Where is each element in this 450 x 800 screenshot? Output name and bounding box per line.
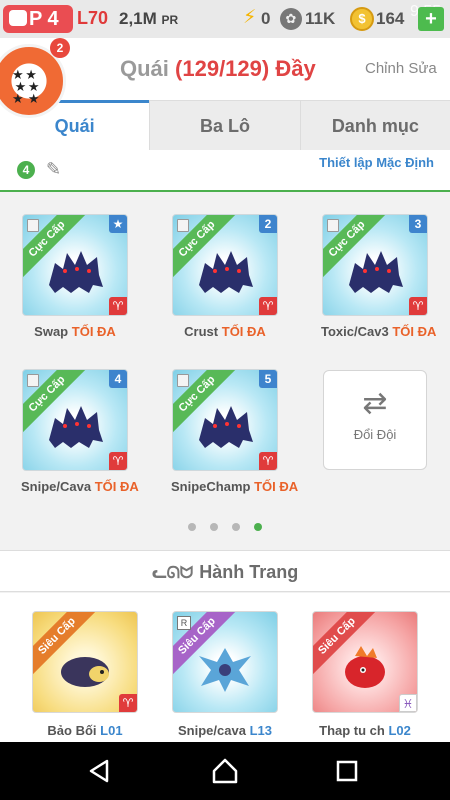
monster-image — [349, 251, 403, 293]
page-dot[interactable] — [210, 523, 218, 531]
edit-button[interactable]: Chỉnh Sửa — [365, 60, 437, 77]
pencil-icon[interactable]: ✎ — [46, 159, 61, 180]
monster-image — [49, 406, 103, 448]
coin-value: 164 — [376, 9, 405, 28]
monster-card: Cực Cấp 5 ♈ — [172, 369, 278, 471]
monster-card: Cực Cấp 4 ♈ — [22, 369, 128, 471]
monster-card: Cực Cấp 3 ♈ — [322, 214, 428, 316]
slot-number: 5 — [259, 370, 277, 388]
bag-section-header: ᓚᘏᗢ Hành Trang — [0, 550, 450, 592]
power-rating: 2,1M PR — [119, 9, 179, 28]
element-icon: ♈ — [259, 297, 277, 315]
team-slot[interactable]: Cực Cấp 4 ♈ Snipe/Cava TỐI ĐA — [21, 369, 139, 494]
monster-image — [49, 251, 103, 293]
monster-image — [61, 657, 109, 687]
swap-team-label: Đổi Đội — [353, 427, 397, 442]
monster-name: Crust TỐI ĐA — [184, 324, 266, 339]
team-slot[interactable]: Cực Cấp 2 ♈ Crust TỐI ĐA — [171, 214, 279, 339]
energy-icon: ⚡ — [243, 7, 257, 28]
monster-name: Toxic/Cav3 TỐI ĐA — [321, 324, 437, 339]
document-icon — [27, 219, 39, 232]
element-icon: ♈ — [109, 297, 127, 315]
bag-item-name: Bảo Bối L01 — [47, 723, 123, 738]
element-icon: ♓ — [399, 694, 417, 712]
bag-item-name: Thap tu ch L02 — [319, 723, 411, 738]
team-number-badge[interactable]: 4 — [17, 161, 35, 179]
tab-catalog[interactable]: Danh mục — [299, 100, 450, 150]
page-title: Quái (129/129) Đầy — [120, 56, 316, 81]
p-badge[interactable]: P 4 — [3, 5, 73, 33]
monster-card: Cực Cấp 2 ♈ — [172, 214, 278, 316]
chat-bubble-icon — [9, 10, 27, 26]
tab-bar: Quái Ba Lô Danh mục — [0, 100, 450, 150]
team-slot[interactable]: Cực Cấp 3 ♈ Toxic/Cav3 TỐI ĐA — [321, 214, 437, 339]
r-icon: R — [177, 616, 191, 630]
cat-face-icon: ᓚᘏᗢ — [151, 565, 194, 582]
page-indicator — [0, 518, 450, 536]
slot-number: 3 — [409, 215, 427, 233]
team-toolbar: 4 ✎ Thiết lập Mặc Định — [0, 150, 450, 192]
slot-number: 4 — [109, 370, 127, 388]
document-icon — [177, 374, 189, 387]
monster-card: Siêu Cấp R — [172, 611, 278, 713]
monster-name: Swap TỐI ĐA — [34, 324, 116, 339]
player-level: L70 — [77, 8, 109, 28]
element-icon: ♈ — [409, 297, 427, 315]
element-icon: ♈ — [259, 452, 277, 470]
document-icon — [177, 219, 189, 232]
team-grid: Cực Cấp ★ ♈ Swap TỐI ĐA Cực Cấp 2 ♈ Crus… — [0, 212, 450, 512]
bag-item[interactable]: Siêu Cấp ♓ Thap tu ch L02 — [311, 611, 419, 738]
monster-card: Cực Cấp ★ ♈ — [22, 214, 128, 316]
monster-image — [199, 251, 253, 293]
monster-name: SnipeChamp TỐI ĐA — [171, 479, 299, 494]
tab-backpack[interactable]: Ba Lô — [149, 100, 300, 150]
bag-item[interactable]: Siêu Cấp R Snipe/cava L13 — [171, 611, 279, 738]
energy-value: 0 — [261, 9, 271, 28]
status-bar: P 4 L70 2,1M PR ⚡ 0 ✿ 11K $ 164 9:55 + — [0, 0, 450, 38]
monster-card: Siêu Cấp ♈ — [32, 611, 138, 713]
star-icon: ★ — [109, 215, 127, 233]
monster-name: Snipe/Cava TỐI ĐA — [21, 479, 139, 494]
monster-image — [345, 646, 385, 688]
page-dot-active[interactable] — [254, 523, 262, 531]
team-slot[interactable]: Cực Cấp 5 ♈ SnipeChamp TỐI ĐA — [171, 369, 299, 494]
system-nav-bar — [0, 742, 450, 800]
document-icon — [27, 374, 39, 387]
coin-icon: $ — [350, 7, 374, 31]
document-icon — [327, 219, 339, 232]
element-icon: ♈ — [119, 694, 137, 712]
swap-arrows-icon: ⇄ — [362, 387, 388, 420]
bag-item-name: Snipe/cava L13 — [178, 723, 272, 738]
monster-image — [199, 648, 251, 692]
monster-card: Siêu Cấp ♓ — [312, 611, 418, 713]
notification-badge: 2 — [50, 38, 70, 58]
element-icon: ♈ — [109, 452, 127, 470]
slot-number: 2 — [259, 215, 277, 233]
home-icon[interactable] — [210, 756, 240, 786]
paw-value: 11K — [305, 9, 336, 28]
add-coins-button[interactable]: + — [418, 7, 444, 31]
page-dot[interactable] — [232, 523, 240, 531]
recents-icon[interactable] — [332, 756, 362, 786]
bag-list: Siêu Cấp ♈ Bảo Bối L01 Siêu Cấp R Snipe/… — [0, 593, 450, 743]
set-default-link[interactable]: Thiết lập Mặc Định — [314, 155, 434, 171]
back-icon[interactable] — [85, 756, 115, 786]
page-dot[interactable] — [188, 523, 196, 531]
bag-item[interactable]: Siêu Cấp ♈ Bảo Bối L01 — [31, 611, 139, 738]
swap-team-button[interactable]: ⇄ Đổi Đội — [323, 370, 427, 470]
paw-icon: ✿ — [280, 8, 302, 30]
monster-image — [199, 406, 253, 448]
team-slot[interactable]: Cực Cấp ★ ♈ Swap TỐI ĐA — [21, 214, 129, 339]
page-header: ★ ★ ★ ★ ★ ★ 2 Quái (129/129) Đầy Chỉnh Sử… — [0, 38, 450, 118]
